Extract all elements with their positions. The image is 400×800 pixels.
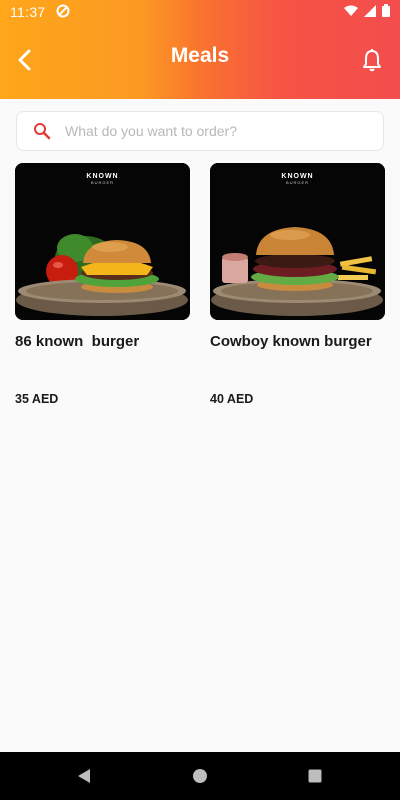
status-time: 11:37 <box>10 4 46 20</box>
system-navigation-bar <box>0 752 400 800</box>
meal-image: KNOWN BURGER <box>15 163 190 320</box>
signal-icon <box>364 4 376 20</box>
app-header-background: 11:37 Meals <box>0 0 400 99</box>
status-bar: 11:37 <box>0 0 400 24</box>
meal-card[interactable]: KNOWN BURGER Cowboy known burger 40 AED <box>210 163 385 406</box>
battery-icon <box>382 4 390 20</box>
meal-name: Cowboy known burger <box>210 333 372 350</box>
square-recents-icon <box>308 769 322 783</box>
meal-price: 35 AED <box>15 392 59 406</box>
page-title: Meals <box>170 44 230 67</box>
search-bar[interactable] <box>16 111 384 151</box>
meal-price: 40 AED <box>210 392 254 406</box>
brand-logo: KNOWN BURGER <box>281 173 314 185</box>
meal-image: KNOWN BURGER <box>210 163 385 320</box>
notifications-button[interactable] <box>358 44 386 76</box>
circle-home-icon <box>193 769 207 783</box>
wifi-icon <box>344 4 358 20</box>
triangle-back-icon <box>78 769 90 783</box>
app-bar: Meals <box>0 24 400 99</box>
do-not-disturb-icon <box>56 4 70 21</box>
nav-recents-button[interactable] <box>305 766 325 786</box>
meal-name: 86 known burger <box>15 333 140 350</box>
search-input[interactable] <box>65 123 345 139</box>
nav-back-button[interactable] <box>74 766 94 786</box>
bell-icon <box>363 49 381 72</box>
brand-logo: KNOWN BURGER <box>86 173 119 185</box>
nav-home-button[interactable] <box>190 766 210 786</box>
search-icon <box>33 122 51 140</box>
meal-card[interactable]: KNOWN BURGER 86 known burger 35 AED <box>15 163 190 406</box>
